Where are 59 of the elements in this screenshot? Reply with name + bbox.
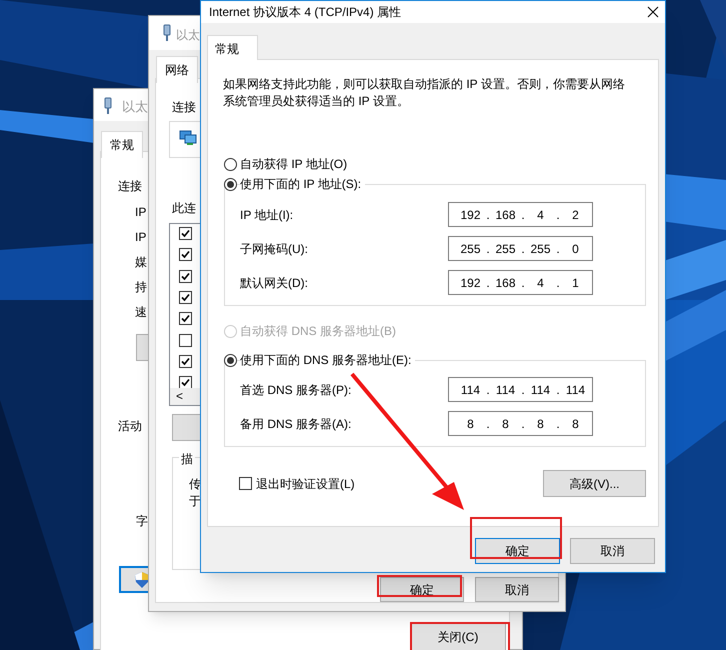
- section-label: 连接: [118, 178, 142, 195]
- checkbox[interactable]: [179, 334, 192, 346]
- network-adapter-icon: [162, 24, 172, 42]
- window-title: Internet 协议版本 4 (TCP/IPv4) 属性: [209, 4, 402, 21]
- tab[interactable]: 网络: [156, 56, 198, 83]
- shield-button[interactable]: [119, 566, 149, 593]
- label: 此连: [172, 200, 196, 217]
- window-title: 以太: [176, 27, 200, 44]
- field-label: 备用 DNS 服务器(A):: [240, 416, 352, 432]
- cancel-button[interactable]: 取消: [475, 577, 559, 602]
- row-label: 速: [135, 304, 147, 321]
- ip-field[interactable]: 8 . 8 . 8 . 8: [448, 411, 593, 436]
- field-label: 默认网关(D):: [240, 274, 308, 292]
- close-icon[interactable]: [646, 5, 660, 19]
- shield-icon: [135, 572, 149, 588]
- description-text: 于: [189, 493, 201, 510]
- description-text: 传: [189, 476, 201, 493]
- checkbox[interactable]: [179, 312, 192, 326]
- checkbox[interactable]: [179, 354, 192, 368]
- checkbox[interactable]: [179, 290, 192, 304]
- field-label: IP 地址(I):: [240, 206, 294, 224]
- computers-icon: [179, 130, 197, 146]
- tab[interactable]: 常规: [101, 131, 143, 158]
- cancel-button[interactable]: 取消: [570, 538, 655, 564]
- radio-button[interactable]: [224, 354, 237, 366]
- group-legend: 描: [179, 450, 195, 468]
- checkbox[interactable]: [239, 477, 252, 490]
- ip-field[interactable]: 114 . 114 . 114 . 114: [448, 377, 593, 402]
- radio-button[interactable]: [224, 158, 237, 170]
- ok-button[interactable]: 确定: [475, 538, 560, 564]
- ip-field[interactable]: 255 . 255 . 255 . 0: [448, 236, 593, 261]
- button[interactable]: [172, 414, 201, 441]
- checkbox[interactable]: [179, 270, 192, 283]
- row-label: IP: [135, 204, 146, 221]
- row-label: 媒: [135, 254, 147, 271]
- radio-label: 使用下面的 IP 地址(S):: [240, 175, 366, 193]
- ip-field[interactable]: 192 . 168 . 4 . 1: [448, 270, 593, 295]
- advanced-button[interactable]: 高级(V)...: [543, 470, 646, 497]
- intro-text: 如果网络支持此功能，则可以获取自动指派的 IP 设置。否则，你需要从网络系统管理员处获得适当的 IP 设置。: [223, 76, 626, 110]
- checkbox[interactable]: [179, 227, 192, 240]
- row-label: IP: [135, 229, 146, 246]
- radio-label: 使用下面的 DNS 服务器地址(E):: [240, 351, 416, 369]
- close-button[interactable]: 关闭(C): [410, 623, 506, 650]
- row-label: 字: [136, 513, 148, 530]
- checkbox[interactable]: [179, 248, 192, 262]
- checkbox[interactable]: [179, 376, 192, 390]
- label: 连接: [172, 99, 196, 116]
- window-title: 以太: [122, 98, 148, 116]
- section-label: 活动: [118, 418, 142, 435]
- field-label: 子网掩码(U):: [240, 240, 308, 258]
- radio-button[interactable]: [224, 178, 237, 190]
- row-label: 持: [135, 279, 147, 296]
- scrollbar[interactable]: <: [170, 388, 201, 405]
- scroll-left-arrow[interactable]: <: [176, 388, 184, 405]
- checkbox-label: 退出时验证设置(L): [256, 476, 355, 492]
- network-adapter-icon: [103, 97, 113, 115]
- ip-field[interactable]: 192 . 168 . 4 . 2: [448, 202, 593, 227]
- tab[interactable]: 常规: [207, 35, 258, 60]
- field-label: 首选 DNS 服务器(P):: [240, 382, 352, 398]
